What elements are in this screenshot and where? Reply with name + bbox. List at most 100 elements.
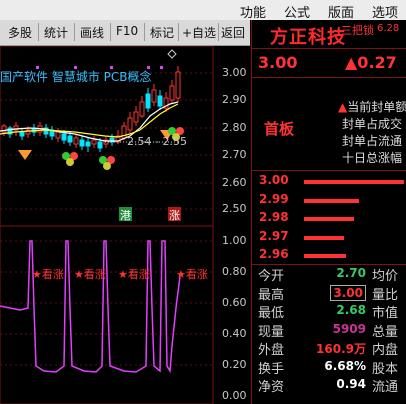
quote-value: 2.68 <box>336 303 366 317</box>
statistics-button[interactable]: 统计 <box>44 24 68 41</box>
board-status: 首板 <box>264 120 295 138</box>
multi-stock-button[interactable]: 多股 <box>8 24 32 41</box>
chart-area[interactable]: 国产软件 智慧城市 PCB概念 2.54 - 2.55 港 涨 3.00 2.9… <box>0 46 250 404</box>
toolbar-divider <box>38 23 39 41</box>
candle-body <box>97 141 103 149</box>
menu-options[interactable]: 选项 <box>372 2 398 21</box>
indicator-tick: 0.60 <box>222 296 247 309</box>
mark-button[interactable]: 标记 <box>150 24 174 41</box>
quote-label: 今开 <box>258 269 285 284</box>
quote-label: 净资 <box>258 380 285 395</box>
candle-body <box>19 131 25 137</box>
info-line: 封单占流通 <box>342 134 403 148</box>
order-price: 2.97 <box>259 229 289 243</box>
quote-label: 最低 <box>258 306 285 321</box>
quote-value: 160.9万 <box>316 342 366 356</box>
order-price: 2.98 <box>259 210 289 224</box>
price-tick: 2.80 <box>222 121 247 134</box>
toolbar-divider <box>144 23 145 41</box>
indicator-tick: 0.20 <box>222 358 247 371</box>
quote-label: 流通 <box>372 380 399 395</box>
order-volume-bar <box>304 235 344 240</box>
indicator-tick: 0.80 <box>222 265 247 278</box>
info-line: ▲当前封单额 <box>338 100 406 114</box>
order-price: 2.99 <box>259 192 289 206</box>
order-price: 3.00 <box>259 173 289 187</box>
order-price: 2.96 <box>259 247 289 261</box>
divider <box>252 77 406 78</box>
signal-label: ★看涨 <box>176 268 208 281</box>
candle-body <box>145 93 151 109</box>
quote-value: 6.68% <box>324 358 366 373</box>
draw-line-button[interactable]: 画线 <box>80 24 104 41</box>
quote-label: 内盘 <box>372 343 399 358</box>
price-tick: 2.50 <box>222 202 247 215</box>
divider <box>252 48 406 49</box>
candle-body <box>79 139 85 147</box>
stock-name: 方正科技 <box>270 27 346 48</box>
current-price: 3.00 <box>258 53 298 72</box>
indicator-tick: 0.00 <box>222 389 247 402</box>
price-tick: 3.00 <box>222 66 247 79</box>
signal-label: ★看涨 <box>32 268 64 281</box>
chart-canvas <box>0 46 214 404</box>
price-tick: 2.90 <box>222 93 247 106</box>
candle-body <box>151 89 157 103</box>
toolbar-divider <box>178 23 179 41</box>
quote-value: 5909 <box>332 321 366 336</box>
indicator-tick: 0.40 <box>222 327 247 340</box>
menu-function[interactable]: 功能 <box>240 2 266 21</box>
stock-tag: 三把锁 <box>341 24 374 37</box>
divider <box>252 170 406 171</box>
candle-body <box>127 117 133 131</box>
add-watchlist-button[interactable]: +自选 <box>182 24 216 41</box>
indicator-line <box>0 240 181 374</box>
info-line-text: 当前封单额 <box>347 100 406 114</box>
stock-tag-value: 6.28 <box>377 23 400 34</box>
f10-button[interactable]: F10 <box>116 24 138 38</box>
quote-panel: 方正科技 三把锁 6.28 3.00 ▲0.27 首板 ▲当前封单额 封单占成交… <box>251 20 406 404</box>
candle-body <box>91 139 97 145</box>
toolbar-divider <box>110 23 111 41</box>
menu-layout[interactable]: 版面 <box>328 2 354 21</box>
diamond-icon <box>167 49 177 59</box>
badge-left: 港 <box>120 209 131 222</box>
candle-body <box>67 135 73 143</box>
badge-right: 涨 <box>169 209 180 222</box>
candle-body <box>61 133 67 141</box>
order-volume-bar <box>304 198 359 203</box>
toolbar: 多股 统计 画线 F10 标记 +自选 返回 <box>0 20 250 46</box>
concept-tags: 国产软件 智慧城市 PCB概念 <box>0 70 152 84</box>
cluster-icon <box>99 156 115 170</box>
quote-value: 0.94 <box>336 377 366 391</box>
candle-body <box>55 131 61 139</box>
quote-label: 总量 <box>372 324 399 340</box>
cluster-icon <box>62 152 78 166</box>
quote-value: 3.00 <box>330 284 366 301</box>
quote-label: 量比 <box>372 287 399 303</box>
menu-bar: 功能 公式 版面 选项 <box>0 0 406 21</box>
range-label: 2.54 - 2.55 <box>127 135 187 148</box>
signal-label: ★看涨 <box>74 268 106 281</box>
candle-body <box>73 137 79 145</box>
menu-formula[interactable]: 公式 <box>284 2 310 21</box>
price-change: ▲0.27 <box>345 53 397 72</box>
quote-label: 最高 <box>258 287 285 303</box>
toolbar-divider <box>218 23 219 41</box>
candle-body <box>133 111 139 123</box>
quote-label: 现量 <box>258 324 285 340</box>
order-volume-bar <box>304 254 346 258</box>
quote-label: 外盘 <box>258 343 285 358</box>
price-tick: 2.70 <box>222 148 247 161</box>
price-tick: 2.60 <box>222 176 247 189</box>
info-line: 十日总涨幅 <box>342 151 403 165</box>
order-volume-bar <box>304 180 404 184</box>
order-volume-bar <box>304 217 354 221</box>
toolbar-divider <box>74 23 75 41</box>
candle-body <box>139 101 145 117</box>
back-button[interactable]: 返回 <box>221 24 245 41</box>
quote-value: 2.70 <box>336 266 366 280</box>
candle-body <box>169 85 175 101</box>
indicator-tick: 1.00 <box>222 234 247 247</box>
info-line: 封单占成交 <box>342 117 403 131</box>
